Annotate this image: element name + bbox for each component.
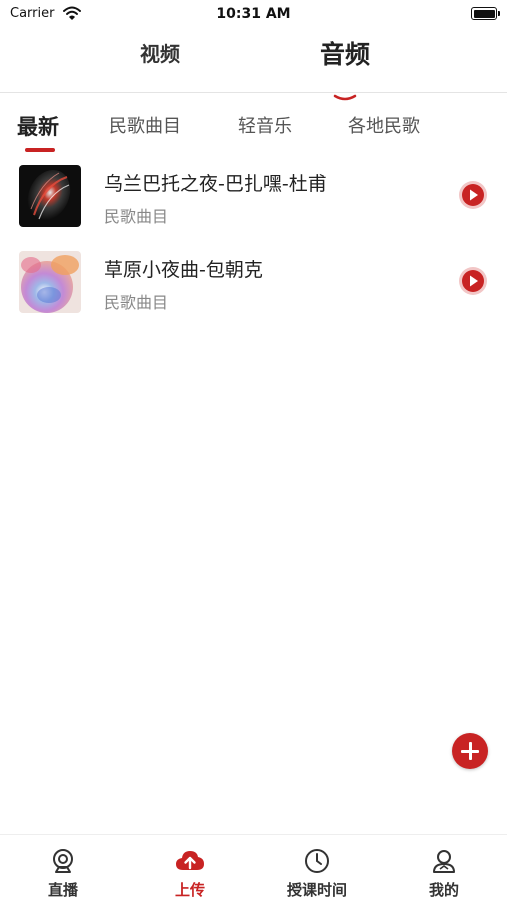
track-cover-image <box>19 165 81 227</box>
track-cover-image <box>19 251 81 313</box>
track-item[interactable]: 草原小夜曲-包朝克 民歌曲目 <box>0 244 507 330</box>
category-active-indicator <box>25 148 55 152</box>
track-category: 民歌曲目 <box>104 207 169 226</box>
nav-item-live[interactable]: 直播 <box>0 835 126 901</box>
play-icon[interactable] <box>458 180 488 210</box>
tab-video[interactable]: 视频 <box>140 38 180 67</box>
track-category: 民歌曲目 <box>104 293 169 312</box>
tab-audio[interactable]: 音频 <box>320 35 370 71</box>
nav-label-upload: 上传 <box>174 881 205 899</box>
nav-item-upload[interactable]: 上传 <box>127 835 253 901</box>
nav-label-class-time: 授课时间 <box>286 881 347 899</box>
category-tab-regional-folk[interactable]: 各地民歌 <box>348 112 420 138</box>
media-type-tabs: 视频 音频 <box>0 28 507 101</box>
battery-icon <box>471 7 500 20</box>
cloud-upload-icon <box>176 851 204 870</box>
nav-label-me: 我的 <box>428 881 459 899</box>
track-item[interactable]: 乌兰巴托之夜-巴扎嘿-杜甫 民歌曲目 <box>0 158 507 244</box>
category-tab-light-music[interactable]: 轻音乐 <box>238 112 292 138</box>
nav-item-class-time[interactable]: 授课时间 <box>254 835 380 901</box>
category-tabs: 最新 民歌曲目 轻音乐 各地民歌 <box>0 92 507 158</box>
category-tab-folk-songs[interactable]: 民歌曲目 <box>109 112 181 138</box>
nav-label-live: 直播 <box>47 881 78 899</box>
track-title: 乌兰巴托之夜-巴扎嘿-杜甫 <box>104 173 327 195</box>
clock-icon <box>305 849 329 873</box>
status-bar: Carrier 10:31 AM <box>0 0 507 28</box>
bottom-navigation: 直播 上传 授课时间 我的 <box>0 834 507 901</box>
nav-item-me[interactable]: 我的 <box>381 835 507 901</box>
play-icon[interactable] <box>458 266 488 296</box>
webcam-icon <box>53 849 73 873</box>
category-tab-latest[interactable]: 最新 <box>17 111 59 141</box>
track-title: 草原小夜曲-包朝克 <box>104 259 263 281</box>
clock-time: 10:31 AM <box>216 6 291 22</box>
user-icon <box>433 850 455 873</box>
track-list: 乌兰巴托之夜-巴扎嘿-杜甫 民歌曲目 草原小夜曲-包朝克 民歌曲目 <box>0 158 507 330</box>
add-button[interactable] <box>452 733 488 769</box>
